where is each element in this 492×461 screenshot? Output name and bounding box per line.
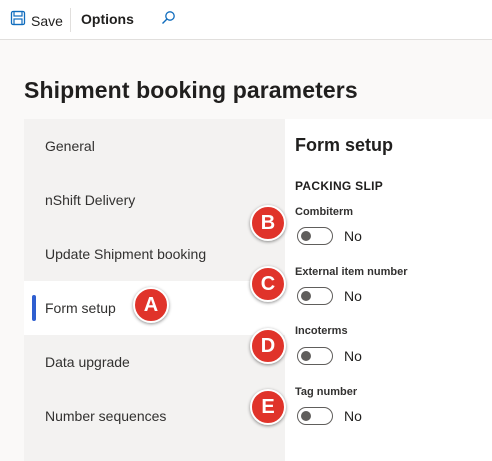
nav-item-update-shipment-booking[interactable]: Update Shipment booking [24,227,285,281]
field-label-tag-number: Tag number [295,386,358,398]
section-title: PACKING SLIP [295,179,384,193]
external-item-number-value: No [344,288,362,304]
combiterm-toggle[interactable] [297,227,333,245]
options-button[interactable]: Options [81,11,134,27]
save-icon [10,10,26,31]
nav-item-data-upgrade[interactable]: Data upgrade [24,335,285,389]
tag-number-toggle[interactable] [297,407,333,425]
command-bar: Save Options [0,0,492,40]
combiterm-value: No [344,228,362,244]
nav-item-general[interactable]: General [24,119,285,173]
toggle-knob [301,411,311,421]
callout-badge-c: C [250,266,286,302]
callout-badge-b: B [250,205,286,241]
nav-item-number-sequences[interactable]: Number sequences [24,389,285,443]
toggle-knob [301,351,311,361]
save-label: Save [31,12,63,29]
callout-badge-a: A [133,287,169,323]
nav-item-label: Number sequences [45,408,167,424]
external-item-number-toggle[interactable] [297,287,333,305]
save-button[interactable]: Save [10,10,63,31]
search-button[interactable] [160,10,176,31]
toolbar-divider [70,8,71,32]
field-label-combiterm: Combiterm [295,206,354,218]
toggle-knob [301,231,311,241]
callout-badge-e: E [250,389,286,425]
search-icon [160,11,176,30]
field-label-incoterms: Incoterms [295,325,348,337]
callout-badge-d: D [250,328,286,364]
form-setup-panel: Form setup PACKING SLIP Combiterm No Ext… [285,119,492,461]
panel-title: Form setup [295,135,394,155]
page-title: Shipment booking parameters [24,77,358,103]
nav-item-nshift-delivery[interactable]: nShift Delivery [24,173,285,227]
nav-item-label: Data upgrade [45,354,130,370]
incoterms-toggle[interactable] [297,347,333,365]
active-indicator [32,295,36,321]
tag-number-value: No [344,408,362,424]
field-label-external-item-number: External item number [295,266,408,278]
nav-item-label: General [45,138,95,154]
incoterms-value: No [344,348,362,364]
nav-item-label: Update Shipment booking [45,246,207,262]
nav-item-label: nShift Delivery [45,192,136,208]
nav-item-label: Form setup [45,300,116,316]
toggle-knob [301,291,311,301]
